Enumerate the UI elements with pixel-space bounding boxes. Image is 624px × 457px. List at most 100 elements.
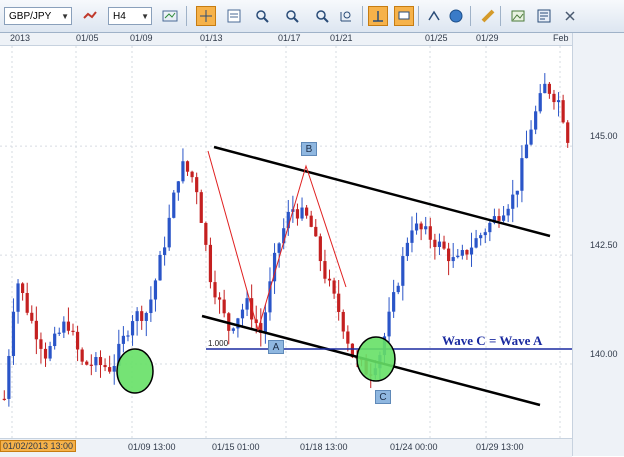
candle-body bbox=[469, 247, 474, 255]
zoom-out-icon[interactable] bbox=[282, 6, 302, 26]
draw-tool-icon[interactable] bbox=[368, 6, 388, 26]
x-tick-label: Feb bbox=[553, 33, 569, 43]
candle-body bbox=[424, 226, 428, 230]
candle-body bbox=[300, 207, 304, 219]
candle-body bbox=[465, 250, 469, 255]
chart-annotations bbox=[116, 145, 572, 407]
candle-body bbox=[534, 111, 538, 130]
candle-body bbox=[483, 232, 487, 236]
globe-icon[interactable] bbox=[446, 6, 466, 26]
zoom-reset-icon[interactable] bbox=[312, 6, 332, 26]
candle-body bbox=[16, 283, 20, 312]
candle-body bbox=[80, 349, 84, 362]
candle-body bbox=[327, 278, 332, 281]
candle-body bbox=[208, 244, 213, 283]
x-tick-label: 01/13 bbox=[200, 33, 223, 43]
candle-body bbox=[213, 282, 217, 298]
candle-body bbox=[172, 192, 176, 218]
candle-body bbox=[190, 171, 194, 178]
candle-body bbox=[108, 367, 112, 372]
candle-body bbox=[337, 293, 341, 312]
comment-icon[interactable] bbox=[394, 6, 414, 26]
timeframe-label: H4 bbox=[113, 11, 126, 22]
upper-channel-line bbox=[213, 145, 551, 238]
candle-body bbox=[277, 243, 281, 253]
zoom-area-icon[interactable] bbox=[336, 6, 356, 26]
candle-body bbox=[552, 93, 556, 103]
price-chart[interactable] bbox=[0, 46, 572, 438]
symbol-select[interactable]: GBP/JPY ▼ bbox=[4, 7, 72, 25]
candle-body bbox=[94, 357, 98, 366]
candle-body bbox=[497, 216, 501, 221]
candle-body bbox=[144, 313, 148, 321]
chevron-down-icon: ▼ bbox=[141, 12, 149, 21]
candle-body bbox=[62, 321, 66, 333]
candle-body bbox=[30, 312, 34, 321]
toolbar-separator bbox=[470, 6, 471, 26]
candle-body bbox=[456, 255, 460, 258]
candle-body bbox=[396, 285, 400, 293]
candle-body bbox=[112, 365, 116, 372]
settings-icon[interactable] bbox=[560, 6, 580, 26]
candle-body bbox=[511, 194, 515, 209]
x-cursor-label: 01/02/2013 13:00 bbox=[0, 440, 77, 452]
candle-body bbox=[566, 122, 570, 143]
candle-body bbox=[318, 236, 322, 262]
candle-body bbox=[222, 299, 226, 314]
candle-body bbox=[231, 328, 235, 331]
x-tick-label: 01/29 bbox=[476, 33, 499, 43]
candle-body bbox=[121, 335, 125, 344]
candle-body bbox=[135, 311, 139, 322]
x-axis-top: 2013 01/05 01/09 01/13 01/17 01/21 01/25… bbox=[0, 33, 572, 46]
indicator-icon[interactable] bbox=[424, 6, 444, 26]
candle-body bbox=[346, 331, 350, 344]
save-icon[interactable] bbox=[534, 6, 554, 26]
toolbar-separator bbox=[362, 6, 363, 26]
fib-level-label: 1.000 bbox=[208, 339, 229, 348]
chart-toolbar: GBP/JPY ▼ H4 ▼ bbox=[0, 0, 624, 33]
candle-body bbox=[314, 226, 318, 237]
candle-body bbox=[39, 339, 43, 349]
candle-body bbox=[401, 256, 405, 286]
candle-body bbox=[57, 332, 61, 334]
candle-body bbox=[126, 335, 130, 337]
candle-body bbox=[506, 208, 510, 216]
candle-body bbox=[447, 248, 451, 262]
data-window-icon[interactable] bbox=[224, 6, 244, 26]
candle-body bbox=[524, 144, 529, 159]
crosshair-icon[interactable] bbox=[196, 6, 216, 26]
candle-body bbox=[217, 297, 222, 300]
candle-body bbox=[460, 250, 464, 256]
toolbar-separator bbox=[186, 6, 187, 26]
chart-type-icon[interactable] bbox=[160, 6, 180, 26]
timeframe-select[interactable]: H4 ▼ bbox=[108, 7, 152, 25]
x-tick-label: 01/09 13:00 bbox=[128, 442, 176, 452]
candle-body bbox=[53, 333, 57, 347]
candle-body bbox=[309, 215, 313, 227]
candle-body bbox=[158, 254, 162, 281]
zoom-in-icon[interactable] bbox=[252, 6, 272, 26]
x-tick-label: 01/21 bbox=[330, 33, 353, 43]
candle-body bbox=[21, 283, 25, 293]
image-icon[interactable] bbox=[508, 6, 528, 26]
candle-body bbox=[163, 247, 167, 255]
ruler-icon[interactable] bbox=[478, 6, 498, 26]
candle-body bbox=[2, 398, 6, 400]
x-tick-label: 01/17 bbox=[278, 33, 301, 43]
candle-body bbox=[149, 299, 153, 314]
candle-body bbox=[25, 292, 29, 313]
candle-body bbox=[75, 331, 80, 350]
candle-body bbox=[89, 364, 93, 366]
candle-body bbox=[305, 207, 309, 216]
wave-text-annotation: Wave C = Wave A bbox=[442, 333, 543, 348]
candle-body bbox=[405, 242, 409, 257]
candle-body bbox=[66, 321, 71, 331]
candle-body bbox=[199, 192, 203, 223]
candle-body bbox=[515, 190, 519, 195]
candle-body bbox=[245, 298, 249, 310]
toolbar-separator bbox=[500, 6, 501, 26]
candle-body bbox=[341, 311, 345, 332]
candle-body bbox=[185, 161, 190, 172]
indicator-list-icon[interactable] bbox=[80, 6, 100, 26]
candle-body bbox=[437, 241, 442, 248]
